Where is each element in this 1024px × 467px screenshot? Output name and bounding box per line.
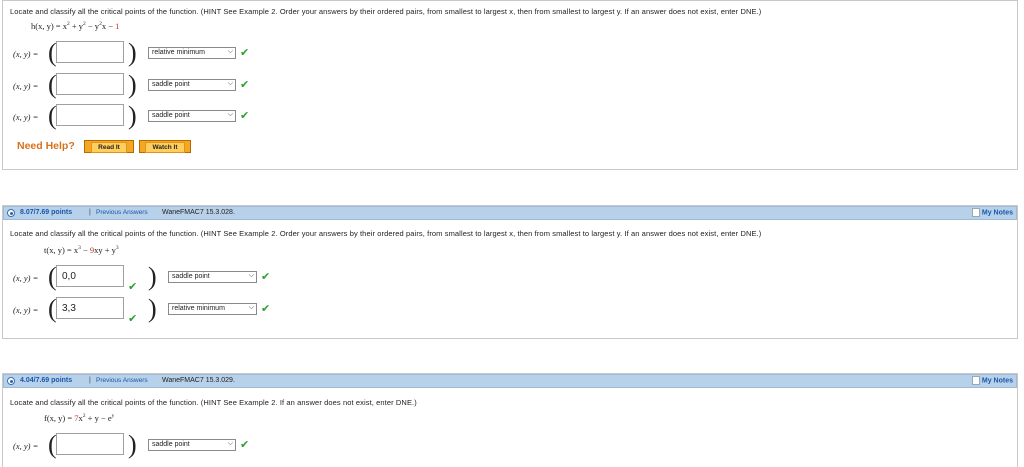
notes-icon [971, 208, 980, 217]
question-header-3: 4.04/7.69 points | Previous Answers Wane… [3, 374, 1017, 388]
chevron-down-icon: ⌵ [227, 48, 233, 55]
point-input-1[interactable] [56, 41, 124, 63]
check-icon: ✔ [240, 110, 250, 122]
check-icon: ✔ [240, 47, 250, 59]
points-score: 8.07/7.69 points [20, 209, 73, 216]
separator: | [89, 377, 91, 384]
question-text-1: Locate and classify all the critical poi… [10, 7, 762, 16]
radio-icon [7, 209, 15, 217]
question-text-3: Locate and classify all the critical poi… [10, 398, 417, 407]
point-label: (x, y) = [13, 305, 39, 315]
classification-select-1[interactable]: relative minimum ⌵ [148, 47, 236, 59]
classification-select-4[interactable]: saddle point ⌵ [168, 271, 257, 283]
close-paren: ) [128, 101, 137, 130]
my-notes-button[interactable]: My Notes [971, 208, 1013, 217]
point-input-4[interactable] [56, 265, 124, 287]
chevron-down-icon: ⌵ [227, 111, 233, 118]
point-label: (x, y) = [13, 112, 39, 122]
chevron-down-icon: ⌵ [227, 440, 233, 447]
question-code: WaneFMAC7 15.3.028. [162, 209, 235, 216]
check-icon: ✔ [240, 79, 250, 91]
chevron-down-icon: ⌵ [248, 304, 254, 311]
classification-select-5[interactable]: relative minimum ⌵ [168, 303, 257, 315]
close-paren: ) [128, 430, 137, 459]
previous-answers-link[interactable]: Previous Answers [96, 377, 148, 384]
points-score: 4.04/7.69 points [20, 377, 73, 384]
close-paren: ) [148, 262, 157, 291]
classification-select-3[interactable]: saddle point ⌵ [148, 110, 236, 122]
function-h: h(x, y) = x2 + y2 − y2x − 1 [31, 21, 120, 31]
question-text-2: Locate and classify all the critical poi… [10, 229, 762, 238]
check-icon: ✔ [128, 281, 138, 293]
check-icon: ✔ [261, 303, 271, 315]
read-it-button[interactable]: Read It [84, 140, 134, 153]
my-notes-button[interactable]: My Notes [971, 376, 1013, 385]
question-header-2: 8.07/7.69 points | Previous Answers Wane… [3, 206, 1017, 220]
close-paren: ) [128, 70, 137, 99]
point-label: (x, y) = [13, 49, 39, 59]
point-input-2[interactable] [56, 73, 124, 95]
point-input-6[interactable] [56, 433, 124, 455]
point-input-5[interactable] [56, 297, 124, 319]
chevron-down-icon: ⌵ [248, 272, 254, 279]
close-paren: ) [148, 294, 157, 323]
point-label: (x, y) = [13, 273, 39, 283]
classification-select-6[interactable]: saddle point ⌵ [148, 439, 236, 451]
close-paren: ) [128, 38, 137, 67]
need-help-label: Need Help? [17, 140, 75, 152]
previous-answers-link[interactable]: Previous Answers [96, 209, 148, 216]
radio-icon [7, 377, 15, 385]
watch-it-button[interactable]: Watch It [139, 140, 191, 153]
point-label: (x, y) = [13, 81, 39, 91]
classification-select-2[interactable]: saddle point ⌵ [148, 79, 236, 91]
check-icon: ✔ [240, 439, 250, 451]
point-label: (x, y) = [13, 441, 39, 451]
function-f: f(x, y) = 7x2 + y − ey [44, 413, 115, 423]
point-input-3[interactable] [56, 104, 124, 126]
separator: | [89, 209, 91, 216]
notes-icon [971, 376, 980, 385]
check-icon: ✔ [261, 271, 271, 283]
function-t: t(x, y) = x3 − 9xy + y3 [44, 245, 119, 255]
question-code: WaneFMAC7 15.3.029. [162, 377, 235, 384]
check-icon: ✔ [128, 313, 138, 325]
chevron-down-icon: ⌵ [227, 80, 233, 87]
